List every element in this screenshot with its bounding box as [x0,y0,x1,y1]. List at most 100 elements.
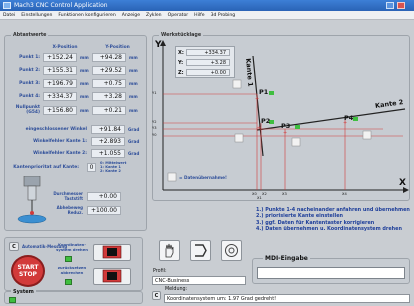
crosshair-icon: + [255,96,259,102]
start-label: START [17,264,39,271]
profil-label: Profil: [153,269,167,274]
unit-label: mm [80,94,89,99]
wfk2-value: +1.055 [91,149,125,158]
zuruecksetzen-button[interactable] [93,268,131,285]
zurueck-led [65,279,72,285]
unit-label: mm [80,81,89,86]
mdi-panel: MDI-Eingabe [252,255,410,284]
winkel-label: eingeschlossener Winkel [25,127,87,132]
y-readout-value: +3.28 [186,59,230,66]
unit-label: mm [80,68,89,73]
system-led [9,297,16,303]
automatik-button[interactable]: C [9,242,19,251]
minimize-button[interactable] [386,2,394,9]
menu-hilfe[interactable]: Hilfe [194,13,204,18]
mdi-title: MDI-Eingabe [263,255,310,262]
z-readout-value: +0.00 [186,69,230,76]
nullpunkt-label: Nullpunkt (G54) [15,105,40,115]
nullpunkt-y: +0.21 [92,105,126,115]
unit-label: mm [80,107,89,113]
close-button[interactable] [397,2,405,9]
point-3-label: Punkt 3: [19,81,40,86]
point-3-y: +0.75 [92,79,126,88]
hand-icon [165,243,174,258]
menu-zyklen[interactable]: Zyklen [146,13,162,18]
menu-datei[interactable]: Datei [3,13,15,18]
menu-operator[interactable]: Operator [168,13,189,18]
p4-label: P4 [344,114,354,122]
p4-led [353,117,358,121]
x2-tick: X2 [262,192,267,196]
settings-icon-button[interactable] [221,240,242,261]
meldung-label: Meldung: [165,287,188,292]
durchmesser-label: Durchmesser Taststift [53,191,83,201]
p1-led [269,91,274,95]
col-y-header: Y-Position [105,45,130,50]
point-3-x: +196.79 [43,79,77,88]
point-1-label: Punkt 1: [19,55,40,60]
col-x-header: X-Position [52,45,78,50]
unit-label: mm [80,55,89,60]
crosshair-icon: + [283,130,287,136]
x1-tick: X1 [257,196,262,200]
p3-label: P3 [281,122,291,130]
point-1-y: +94.28 [92,53,126,62]
hand-icon-button[interactable] [159,240,180,261]
title-bar: Mach3 CNC Control Application [0,0,414,11]
kp-option-2: 2: Kante 2 [100,169,121,173]
wfk1-value: +2.893 [91,137,125,146]
abhebeweg-value[interactable]: +100.00 [87,206,121,215]
z-readout-label: Z: [178,69,184,76]
controls-panel: C Automatik-Messung START STOP Koordinat… [4,237,143,291]
mdi-input[interactable] [257,267,405,279]
meldung-clear-button[interactable]: C [152,291,161,300]
xyz-readout: X: +334.37 Y: +3.28 Z: +0.00 [175,46,235,78]
koord-led [65,256,72,262]
unit-label: mm [129,107,138,113]
y3-tick: Y3 [152,126,157,130]
wfk2-label: Winkelfehler Kante 2: [33,151,87,156]
y-axis-label: Y [155,40,162,50]
koord-drehen-button[interactable] [93,244,131,261]
crosshair-icon: + [257,125,261,131]
system-label: System [11,289,36,295]
point-4-y: +3.28 [92,92,126,101]
meldung-field: Koordinatensystem um: 1.97 Grad gedreht! [164,294,410,303]
kantenprio-value[interactable]: 0 [87,162,96,172]
point-1-x: +152.24 [43,53,77,62]
durchmesser-value[interactable]: +0.00 [87,192,121,201]
unit-label: mm [129,94,138,99]
koord-label: Koordinaten-system drehen [56,242,88,252]
y0-tick: Y0 [152,133,157,137]
point-2-label: Punkt 2: [19,68,40,73]
arrow-right-icon [195,244,207,257]
x-axis-label: X [399,178,406,188]
wfk1-label: Winkelfehler Kante 1: [33,139,87,144]
y-readout-label: Y: [178,59,184,66]
start-stop-button[interactable]: START STOP [11,255,45,287]
abtastwerte-panel: Abtastwerte X-Position Y-Position Punkt … [4,33,147,231]
probe-illustration [15,175,49,224]
abtastwerte-title: Abtastwerte [11,33,49,38]
menu-funktionen[interactable]: Funktionen konfigurieren [58,13,115,18]
point-4-label: Punkt 4: [19,94,40,99]
gear-icon [225,244,238,257]
kante-2-line [256,108,406,131]
unit-label: mm [129,81,138,86]
nullpunkt-x: +156.80 [43,105,77,115]
p2-label: P2 [261,117,271,125]
point-4-x: +334.37 [43,92,77,101]
menu-anzeige[interactable]: Anzeige [122,13,140,18]
menu-3d-probing[interactable]: 3d Probing [211,13,236,18]
p1-label: P1 [259,88,269,96]
unit-label: mm [129,68,138,73]
next-icon-button[interactable] [190,240,211,261]
abhebeweg-label: Abhebeweg Reduz. [56,205,83,215]
window-title: Mach3 CNC Control Application [14,2,108,9]
instructions: 1.) Punkte 1-4 nacheinander anfahren und… [256,207,414,232]
check-buttons[interactable] [167,79,372,182]
y1-tick: Y1 [152,91,157,95]
grad-unit: Grad [128,151,140,156]
x-readout-value: +334.37 [186,49,230,56]
menu-einstellungen[interactable]: Einstellungen [21,13,52,18]
